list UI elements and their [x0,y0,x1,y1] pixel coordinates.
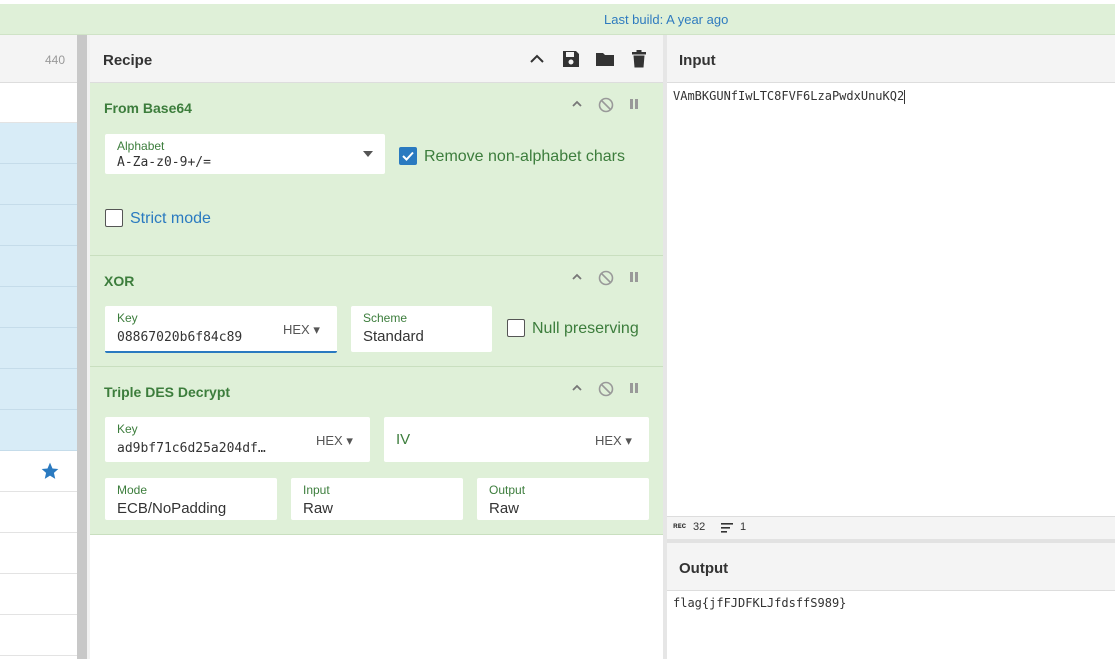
rec-icon: ʀᴇᴄ [673,521,687,530]
key-format-dropdown[interactable]: HEX ▾ [283,322,320,338]
list-item[interactable] [0,410,77,451]
output-title: Output [679,560,729,577]
input-length: 32 [693,521,706,533]
key-format-dropdown[interactable]: HEX ▾ [316,433,353,449]
chevron-up-icon[interactable] [570,97,584,111]
recipe-panel: Recipe From Base64 Alphabet A-Za-z0-9+/= [90,35,664,659]
favourites-row[interactable] [0,451,77,492]
list-item[interactable] [0,615,77,656]
folder-icon[interactable] [595,49,615,69]
input-status-bar: ʀᴇᴄ 32 1 [667,516,1115,539]
chevron-up-icon[interactable] [570,381,584,395]
text-cursor [904,89,906,104]
list-item[interactable] [0,369,77,410]
remove-non-alphabet-label: Remove non-alphabet chars [424,148,626,165]
null-preserving-checkbox[interactable] [507,319,525,337]
list-item[interactable] [0,492,77,533]
save-icon[interactable] [561,49,581,69]
disable-icon[interactable] [598,97,614,113]
list-item[interactable] [0,123,77,164]
input-format-value: Raw [303,500,334,517]
list-item[interactable] [0,574,77,615]
scheme-dropdown[interactable]: Scheme Standard [351,306,492,352]
list-item[interactable] [0,533,77,574]
list-item[interactable] [0,287,77,328]
input-text-value: VAmBKGUNfIwLTC8FVF6LzaPwdxUnuKQ2 [673,89,905,103]
mode-value: ECB/NoPadding [117,500,227,517]
key-value: 08867020b6f84c89 [117,330,243,345]
alphabet-label: Alphabet [117,139,165,153]
operation-from-base64: From Base64 Alphabet A-Za-z0-9+/= Remove… [90,83,663,256]
mode-dropdown[interactable]: Mode ECB/NoPadding [105,478,277,520]
top-banner: Last build: A year ago [0,4,1115,35]
input-format-dropdown[interactable]: Input Raw [291,478,463,520]
operations-header: 440 [0,35,77,83]
operations-search-row[interactable] [0,83,77,123]
iv-label: IV [396,431,411,448]
operation-triple-des-decrypt: Triple DES Decrypt Key ad9bf71c6d25a204d… [90,367,663,535]
chevron-up-icon[interactable] [527,49,547,69]
input-textarea[interactable]: VAmBKGUNfIwLTC8FVF6LzaPwdxUnuKQ2 [673,89,906,104]
recipe-title: Recipe [103,52,153,69]
list-item[interactable] [0,164,77,205]
operations-panel: 440 [0,35,77,659]
input-header: Input [667,35,1115,83]
disable-icon[interactable] [598,270,614,286]
pause-icon[interactable] [628,98,642,112]
list-item[interactable] [0,205,77,246]
panel-resizer[interactable] [77,35,90,659]
output-header: Output [667,543,1115,591]
output-textarea[interactable]: flag{jfFJDFKLJfdsffS989} [673,596,846,610]
list-item[interactable] [0,246,77,287]
checkmark-icon [402,151,414,161]
iv-input[interactable]: IV HEX ▾ [384,417,649,462]
key-value: ad9bf71c6d25a204df… [117,441,266,456]
chevron-up-icon[interactable] [570,270,584,284]
mode-label: Mode [117,483,148,497]
output-text-value: flag{jfFJDFKLJfdsffS989} [673,596,847,610]
scheme-label: Scheme [363,311,408,325]
remove-non-alphabet-checkbox[interactable] [399,147,417,165]
trash-icon[interactable] [629,49,649,69]
input-panel: Input VAmBKGUNfIwLTC8FVF6LzaPwdxUnuKQ2 ʀ… [667,35,1115,540]
iv-format-dropdown[interactable]: HEX ▾ [595,433,632,449]
disable-icon[interactable] [598,381,614,397]
alphabet-dropdown[interactable]: Alphabet A-Za-z0-9+/= [105,134,385,174]
lines-icon [721,523,733,533]
des-key-input[interactable]: Key ad9bf71c6d25a204df… HEX ▾ [105,417,370,462]
last-build-text: Last build: A year ago [604,12,729,27]
operations-count: 440 [44,53,65,67]
list-item[interactable] [0,328,77,369]
scheme-value: Standard [363,328,424,345]
input-title: Input [679,52,716,69]
alphabet-value: A-Za-z0-9+/= [117,155,211,170]
key-label: Key [117,422,138,436]
operation-name: Triple DES Decrypt [104,384,231,400]
output-format-label: Output [489,483,526,497]
input-lines: 1 [740,521,747,533]
operation-name: From Base64 [104,100,192,116]
operation-xor: XOR Key 08867020b6f84c89 HEX ▾ Scheme St… [90,256,663,367]
star-icon [41,462,59,479]
null-preserving-label: Null preserving [532,320,639,337]
input-format-label: Input [303,483,330,497]
pause-icon[interactable] [628,382,642,396]
strict-mode-label: Strict mode [130,210,211,227]
output-panel: Output flag{jfFJDFKLJfdsffS989} [667,543,1115,659]
output-format-dropdown[interactable]: Output Raw [477,478,649,520]
strict-mode-checkbox[interactable] [105,209,123,227]
operation-name: XOR [104,273,135,289]
pause-icon[interactable] [628,271,642,285]
recipe-header: Recipe [90,35,663,83]
key-label: Key [117,311,138,325]
caret-down-icon [363,151,373,157]
xor-key-input[interactable]: Key 08867020b6f84c89 HEX ▾ [105,306,337,353]
output-format-value: Raw [489,500,520,517]
